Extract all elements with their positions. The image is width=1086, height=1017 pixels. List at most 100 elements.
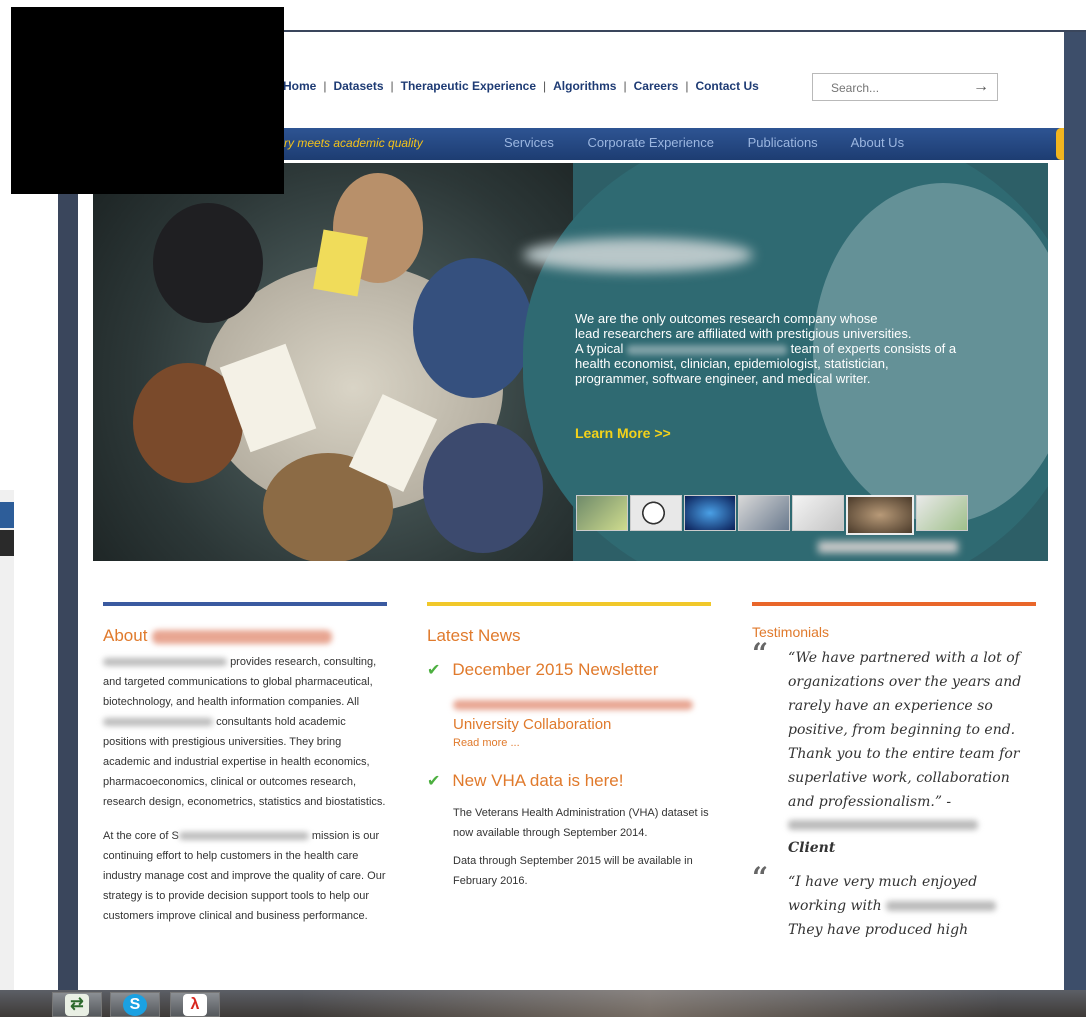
slide-thumb-active[interactable] bbox=[846, 495, 914, 535]
news-column: Latest News ✔ December 2015 Newsletter Un… bbox=[427, 602, 711, 891]
about-text: At the core of S bbox=[103, 830, 179, 842]
quote-mark-icon: “ bbox=[752, 861, 769, 894]
background-window-bar bbox=[0, 530, 14, 556]
meeting-photo bbox=[93, 163, 573, 561]
menu-services[interactable]: Services bbox=[504, 135, 554, 150]
nav-therapeutic-experience[interactable]: Therapeutic Experience bbox=[401, 79, 536, 93]
nav-datasets[interactable]: Datasets bbox=[333, 79, 383, 93]
hero-line-end: team of experts consists of a bbox=[790, 341, 957, 356]
slide-thumbnails bbox=[576, 495, 970, 535]
redacted-company-name bbox=[886, 901, 997, 911]
redacted-company-name bbox=[103, 658, 227, 667]
nav-algorithms[interactable]: Algorithms bbox=[553, 79, 616, 93]
hero-line: programmer, software engineer, and medic… bbox=[575, 371, 871, 386]
page-right-gutter bbox=[1064, 32, 1086, 992]
redacted-company-name bbox=[178, 832, 309, 841]
checkmark-icon: ✔ bbox=[427, 662, 441, 679]
search-box: → bbox=[812, 73, 998, 101]
blurred-caption bbox=[818, 541, 958, 553]
taskbar-button[interactable]: λ bbox=[170, 992, 220, 1017]
quote-text: “We have partnered with a lot of organiz… bbox=[788, 650, 1022, 810]
hero-line: We are the only outcomes research compan… bbox=[575, 311, 878, 326]
main-menu: Services Corporate Experience Publicatio… bbox=[504, 135, 934, 150]
nav-contact-us[interactable]: Contact Us bbox=[695, 79, 758, 93]
news-heading: Latest News bbox=[427, 626, 521, 645]
slide-thumb[interactable] bbox=[792, 495, 844, 531]
background-window-tab bbox=[0, 502, 14, 528]
screenshot-stage: Home | Datasets | Therapeutic Experience | Alg… bbox=[0, 0, 1086, 1017]
redacted-name bbox=[627, 344, 788, 355]
about-divider bbox=[103, 602, 387, 606]
testimonial-quote: “ “I have very much enjoyed working with… bbox=[752, 864, 1036, 942]
learn-more-link[interactable]: Learn More >> bbox=[575, 425, 671, 441]
nav-separator: | bbox=[323, 79, 327, 93]
slide-thumb[interactable] bbox=[916, 495, 968, 531]
about-body: provides research, consulting, and targe… bbox=[103, 652, 387, 926]
hero-line: lead researchers are affiliated with pre… bbox=[575, 326, 912, 341]
top-navigation: Home | Datasets | Therapeutic Experience | Alg… bbox=[283, 79, 759, 93]
nav-separator: | bbox=[685, 79, 689, 93]
right-arrow-icon[interactable]: → bbox=[973, 78, 989, 96]
person-figure bbox=[423, 423, 543, 553]
redacted-company-name bbox=[152, 629, 333, 644]
nav-separator: | bbox=[543, 79, 547, 93]
about-column: About provides research, consulting, and… bbox=[103, 602, 387, 940]
nav-separator: | bbox=[623, 79, 627, 93]
news-paragraph: Data through September 2015 will be avai… bbox=[453, 855, 693, 887]
about-paragraph: provides research, consulting, and targe… bbox=[103, 652, 387, 812]
about-text: consultants hold academic positions with… bbox=[103, 716, 386, 808]
news-item-title[interactable]: ✔ December 2015 Newsletter bbox=[427, 660, 711, 680]
news-paragraph: The Veterans Health Administration (VHA)… bbox=[453, 807, 709, 839]
taskbar-button[interactable]: ⇄ bbox=[52, 992, 102, 1017]
acrobat-icon: λ bbox=[183, 994, 207, 1016]
menu-about-us[interactable]: About Us bbox=[851, 135, 904, 150]
hero-text: We are the only outcomes research compan… bbox=[575, 311, 995, 386]
news-item: ✔ December 2015 Newsletter University Col… bbox=[427, 660, 711, 749]
background-window-edge bbox=[0, 490, 14, 1017]
read-more-link[interactable]: Read more ... bbox=[453, 737, 711, 749]
search-input[interactable] bbox=[829, 75, 973, 101]
about-text: mission is our continuing effort to help… bbox=[103, 830, 386, 922]
slide-thumb[interactable] bbox=[576, 495, 628, 531]
menu-publications[interactable]: Publications bbox=[748, 135, 818, 150]
nav-careers[interactable]: Careers bbox=[634, 79, 679, 93]
redacted-company-name bbox=[103, 718, 213, 727]
testimonials-divider bbox=[752, 602, 1036, 606]
quote-text: They have produced high bbox=[788, 922, 969, 938]
slide-thumb[interactable] bbox=[684, 495, 736, 531]
blurred-company-name bbox=[523, 238, 753, 272]
hero-line: A typical team of experts consists of a bbox=[575, 341, 995, 356]
university-collaboration-link[interactable]: University Collaboration bbox=[453, 716, 711, 733]
menu-bar-edge bbox=[1056, 128, 1064, 160]
nav-home[interactable]: Home bbox=[283, 79, 316, 93]
about-paragraph: At the core of S mission is our continui… bbox=[103, 826, 387, 926]
news-item-title[interactable]: ✔ New VHA data is here! bbox=[427, 771, 711, 791]
news-item-body: The Veterans Health Administration (VHA)… bbox=[453, 803, 711, 891]
testimonial-quote: “ “We have partnered with a lot of organ… bbox=[752, 640, 1036, 860]
person-figure bbox=[413, 258, 533, 398]
testimonials-column: Testimonials “ “We have partnered with a… bbox=[752, 602, 1036, 942]
redaction-box bbox=[11, 7, 284, 194]
news-title-text: New VHA data is here! bbox=[452, 771, 624, 790]
hero-line: health economist, clinician, epidemiolog… bbox=[575, 356, 889, 371]
redacted-company-name bbox=[453, 700, 693, 710]
about-heading: About bbox=[103, 626, 387, 646]
menu-corporate-experience[interactable]: Corporate Experience bbox=[587, 135, 713, 150]
testimonials-heading: Testimonials bbox=[752, 624, 830, 640]
hero-banner: We are the only outcomes research compan… bbox=[93, 163, 1048, 561]
news-divider bbox=[427, 602, 711, 606]
quote-client: Client bbox=[788, 840, 836, 856]
skype-icon: S bbox=[123, 994, 147, 1016]
slide-thumb[interactable] bbox=[630, 495, 682, 531]
slide-thumb[interactable] bbox=[738, 495, 790, 531]
taskbar-button[interactable]: S bbox=[110, 992, 160, 1017]
switch-windows-icon: ⇄ bbox=[65, 994, 89, 1016]
windows-taskbar: ⇄ S λ bbox=[0, 990, 1086, 1017]
taskbar-highlight bbox=[300, 990, 1000, 1017]
redacted-company-name bbox=[788, 820, 978, 830]
quote-mark-icon: “ bbox=[752, 637, 769, 670]
checkmark-icon: ✔ bbox=[427, 773, 441, 790]
hero-line-start: A typical bbox=[575, 341, 624, 356]
tagline: ry meets academic quality bbox=[284, 136, 423, 150]
news-title-text: December 2015 Newsletter bbox=[452, 660, 659, 679]
